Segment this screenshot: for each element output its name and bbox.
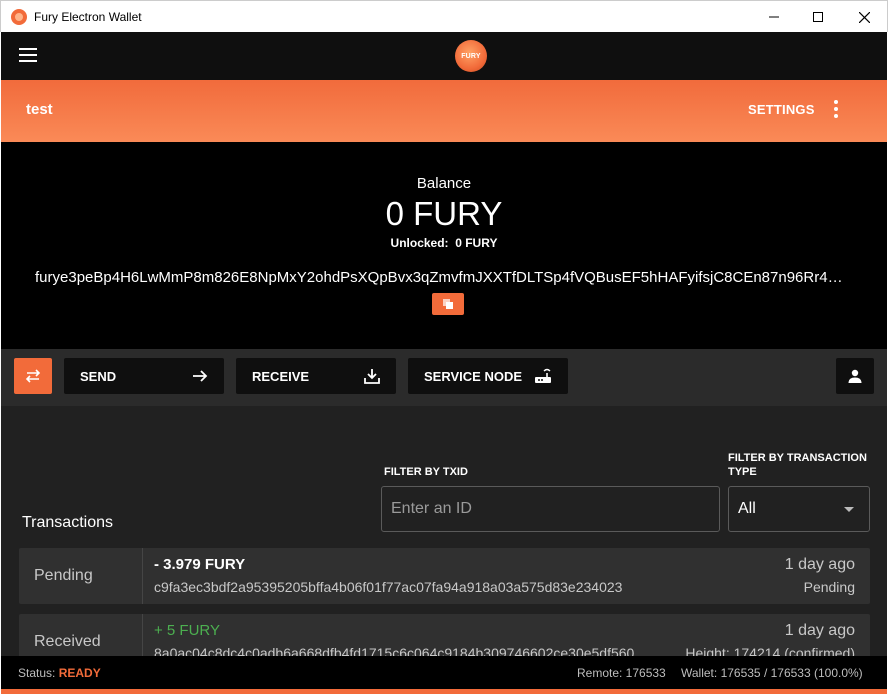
service-node-button[interactable]: SERVICE NODE [408,358,568,394]
unlocked-value: 0 FURY [455,236,498,250]
logo-text: FURY [461,52,481,60]
status-bar: Status: READY Remote: 176533 Wallet: 176… [1,656,887,689]
transaction-time: 1 day ago [784,556,855,573]
user-icon [848,369,862,383]
transaction-status: Pending [19,548,143,604]
chevron-down-icon [844,506,854,512]
wallet-address: furye3peBp4H6LwMmP8m826E8NpMxY2ohdPsXQpB… [35,269,855,286]
minimize-icon [769,16,779,18]
send-button[interactable]: SEND [64,358,224,394]
balance-label: Balance [416,175,472,192]
wallet-app: FURY test SETTINGS Balance 0 FURY Unlock… [1,32,887,694]
unlocked-label: Unlocked: [390,236,449,250]
settings-button[interactable]: SETTINGS [748,102,815,117]
filter-txid-input[interactable] [381,486,720,532]
unlocked-balance: Unlocked: 0 FURY [1,236,887,250]
transaction-amount: + 5 FURY [154,622,220,639]
copy-address-button[interactable] [432,293,464,315]
transaction-hash: c9fa3ec3bdf2a95395205bffa4b06f01f77ac07f… [154,579,623,595]
maximize-button[interactable] [795,1,841,33]
fury-logo: FURY [455,40,487,72]
send-label: SEND [80,368,117,384]
transaction-time: 1 day ago [784,622,855,639]
status-label: Status: [18,666,56,680]
filter-type-value: All [738,500,756,517]
action-bar: SEND RECEIVE SERVICE NODE [1,349,887,406]
balance-value: 0 FURY [385,195,503,232]
connection-status: Status: READY [18,666,101,680]
balance-panel: Balance 0 FURY Unlocked: 0 FURY furye3pe… [1,142,887,349]
download-icon [364,369,380,384]
arrow-right-icon [193,370,208,382]
filter-type-select[interactable]: All [728,486,870,532]
copy-icon [443,299,453,309]
router-icon [535,368,551,383]
hamburger-menu-icon[interactable] [19,48,37,64]
window-titlebar: Fury Electron Wallet [0,0,888,32]
filter-txid-label: FILTER BY TXID [384,466,468,478]
transactions-heading: Transactions [22,514,113,531]
receive-label: RECEIVE [252,368,310,384]
service-node-label: SERVICE NODE [424,368,523,384]
receive-button[interactable]: RECEIVE [236,358,396,394]
more-options-icon[interactable] [831,100,841,118]
wallet-header-bar: test SETTINGS [1,80,887,142]
wallet-sync-height: Wallet: 176535 / 176533 (100.0%) [681,666,863,680]
bottom-accent-line [1,689,887,694]
transaction-amount: - 3.979 FURY [154,556,246,573]
minimize-button[interactable] [751,1,797,33]
status-value: READY [58,666,101,680]
close-icon [858,11,870,23]
transaction-row[interactable]: Pending - 3.979 FURY c9fa3ec3bdf2a953952… [19,548,870,604]
window-title: Fury Electron Wallet [34,10,142,24]
maximize-icon [813,12,823,22]
transaction-confirmation: Pending [803,579,855,595]
filter-type-label: FILTER BY TRANSACTION TYPE [728,452,867,478]
fury-app-icon [11,9,27,25]
transactions-section: FILTER BY TRANSACTION TYPE FILTER BY TXI… [1,406,887,670]
wallet-name: test [26,101,53,118]
close-button[interactable] [841,1,887,33]
transactions-button[interactable] [14,358,52,394]
swap-arrows-icon [25,369,41,383]
remote-height: Remote: 176533 [577,666,666,680]
account-button[interactable] [836,358,874,394]
top-bar: FURY [1,32,887,80]
